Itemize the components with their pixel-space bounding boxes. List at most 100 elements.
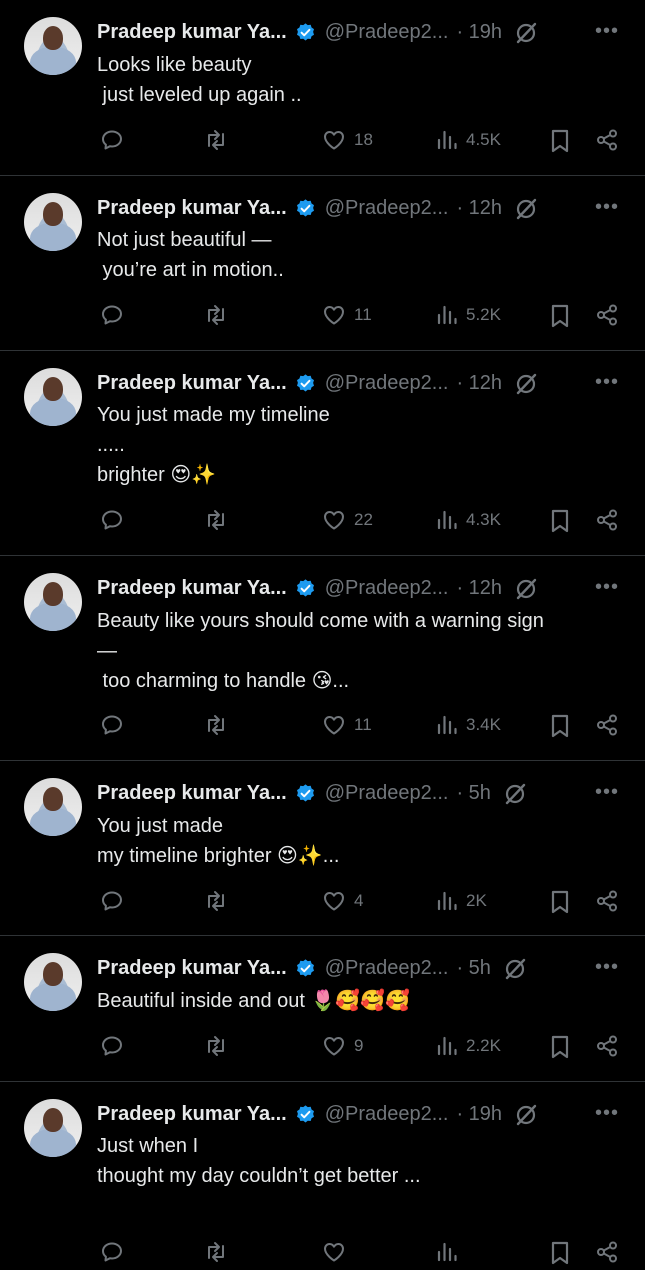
timestamp[interactable]: · 12h <box>456 577 502 600</box>
like-count: 22 <box>354 510 373 529</box>
more-options-button[interactable]: ••• <box>595 196 619 219</box>
share-button[interactable] <box>595 1034 619 1058</box>
share-button[interactable] <box>595 1240 619 1264</box>
tweet[interactable]: Pradeep kumar Ya... @Pradeep2... · 12h •… <box>0 351 645 556</box>
reply-button[interactable] <box>100 713 124 737</box>
tweet[interactable]: Pradeep kumar Ya... @Pradeep2... · 5h ••… <box>0 936 645 1082</box>
share-icon <box>595 1240 619 1264</box>
timestamp[interactable]: · 5h <box>456 782 490 805</box>
reply-button[interactable] <box>100 1240 124 1264</box>
tweet-text-line: my timeline brighter 😍✨... <box>97 845 340 867</box>
author-handle[interactable]: @Pradeep2... <box>325 577 449 600</box>
like-button[interactable]: 18 <box>322 128 373 152</box>
more-options-button[interactable]: ••• <box>595 781 619 804</box>
grok-icon[interactable] <box>503 782 526 805</box>
avatar[interactable] <box>24 1099 82 1157</box>
bookmark-button[interactable] <box>549 889 571 915</box>
author-handle[interactable]: @Pradeep2... <box>325 782 449 805</box>
more-options-button[interactable]: ••• <box>595 956 619 979</box>
author-name[interactable]: Pradeep kumar Ya... <box>97 197 287 220</box>
grok-icon[interactable] <box>514 197 537 220</box>
like-button[interactable]: 9 <box>322 1034 363 1058</box>
reply-button[interactable] <box>100 128 124 152</box>
like-button[interactable]: 11 <box>322 303 372 327</box>
like-button[interactable]: 4 <box>322 889 363 913</box>
grok-icon[interactable] <box>514 372 537 395</box>
author-name[interactable]: Pradeep kumar Ya... <box>97 577 287 600</box>
tweet[interactable]: Pradeep kumar Ya... @Pradeep2... · 19h •… <box>0 1082 645 1265</box>
reply-button[interactable] <box>100 1034 124 1058</box>
author-name[interactable]: Pradeep kumar Ya... <box>97 782 287 805</box>
timestamp[interactable]: · 19h <box>456 1103 502 1126</box>
views-button[interactable]: 4.5K <box>436 128 501 152</box>
reply-button[interactable] <box>100 889 124 913</box>
timestamp[interactable]: · 19h <box>456 21 502 44</box>
author-name[interactable]: Pradeep kumar Ya... <box>97 957 287 980</box>
share-button[interactable] <box>595 508 619 532</box>
retweet-button[interactable] <box>203 889 229 913</box>
like-button[interactable]: 22 <box>322 508 373 532</box>
more-options-button[interactable]: ••• <box>595 1102 619 1125</box>
author-name[interactable]: Pradeep kumar Ya... <box>97 1103 287 1126</box>
retweet-button[interactable] <box>203 303 229 327</box>
views-button[interactable]: 3.4K <box>436 713 501 737</box>
retweet-button[interactable] <box>203 128 229 152</box>
bookmark-button[interactable] <box>549 303 571 329</box>
like-count: 18 <box>354 130 373 149</box>
author-name[interactable]: Pradeep kumar Ya... <box>97 21 287 44</box>
tweet[interactable]: Pradeep kumar Ya... @Pradeep2... · 12h •… <box>0 176 645 351</box>
views-button[interactable] <box>436 1240 466 1264</box>
reply-button[interactable] <box>100 508 124 532</box>
avatar[interactable] <box>24 17 82 75</box>
retweet-button[interactable] <box>203 713 229 737</box>
timestamp[interactable]: · 5h <box>456 957 490 980</box>
bookmark-button[interactable] <box>549 713 571 739</box>
grok-icon[interactable] <box>514 1103 537 1126</box>
more-options-button[interactable]: ••• <box>595 20 619 43</box>
views-button[interactable]: 2K <box>436 889 487 913</box>
share-button[interactable] <box>595 713 619 737</box>
avatar[interactable] <box>24 778 82 836</box>
share-button[interactable] <box>595 889 619 913</box>
tweet[interactable]: Pradeep kumar Ya... @Pradeep2... · 19h •… <box>0 0 645 176</box>
share-button[interactable] <box>595 128 619 152</box>
grok-icon[interactable] <box>514 21 537 44</box>
retweet-button[interactable] <box>203 1034 229 1058</box>
timestamp[interactable]: · 12h <box>456 197 502 220</box>
tweet-text-line: just leveled up again .. <box>97 84 302 106</box>
views-button[interactable]: 5.2K <box>436 303 501 327</box>
retweet-button[interactable] <box>203 1240 229 1264</box>
views-button[interactable]: 4.3K <box>436 508 501 532</box>
author-name[interactable]: Pradeep kumar Ya... <box>97 372 287 395</box>
heart-icon <box>322 128 346 152</box>
avatar[interactable] <box>24 953 82 1011</box>
tweet-text-line: You just made my timeline <box>97 404 330 426</box>
view-count: 5.2K <box>466 305 501 324</box>
author-handle[interactable]: @Pradeep2... <box>325 197 449 220</box>
retweet-button[interactable] <box>203 508 229 532</box>
more-options-button[interactable]: ••• <box>595 371 619 394</box>
more-options-button[interactable]: ••• <box>595 576 619 599</box>
avatar[interactable] <box>24 193 82 251</box>
grok-icon[interactable] <box>503 957 526 980</box>
like-button[interactable] <box>322 1240 354 1264</box>
author-handle[interactable]: @Pradeep2... <box>325 21 449 44</box>
bookmark-button[interactable] <box>549 128 571 154</box>
reply-icon <box>100 889 124 913</box>
author-handle[interactable]: @Pradeep2... <box>325 1103 449 1126</box>
bookmark-button[interactable] <box>549 1240 571 1266</box>
views-button[interactable]: 2.2K <box>436 1034 501 1058</box>
author-handle[interactable]: @Pradeep2... <box>325 372 449 395</box>
bookmark-button[interactable] <box>549 508 571 534</box>
bookmark-button[interactable] <box>549 1034 571 1060</box>
avatar[interactable] <box>24 368 82 426</box>
like-button[interactable]: 11 <box>322 713 372 737</box>
grok-icon[interactable] <box>514 577 537 600</box>
author-handle[interactable]: @Pradeep2... <box>325 957 449 980</box>
share-button[interactable] <box>595 303 619 327</box>
tweet[interactable]: Pradeep kumar Ya... @Pradeep2... · 12h •… <box>0 556 645 761</box>
tweet[interactable]: Pradeep kumar Ya... @Pradeep2... · 5h ••… <box>0 761 645 936</box>
timestamp[interactable]: · 12h <box>456 372 502 395</box>
avatar[interactable] <box>24 573 82 631</box>
reply-button[interactable] <box>100 303 124 327</box>
